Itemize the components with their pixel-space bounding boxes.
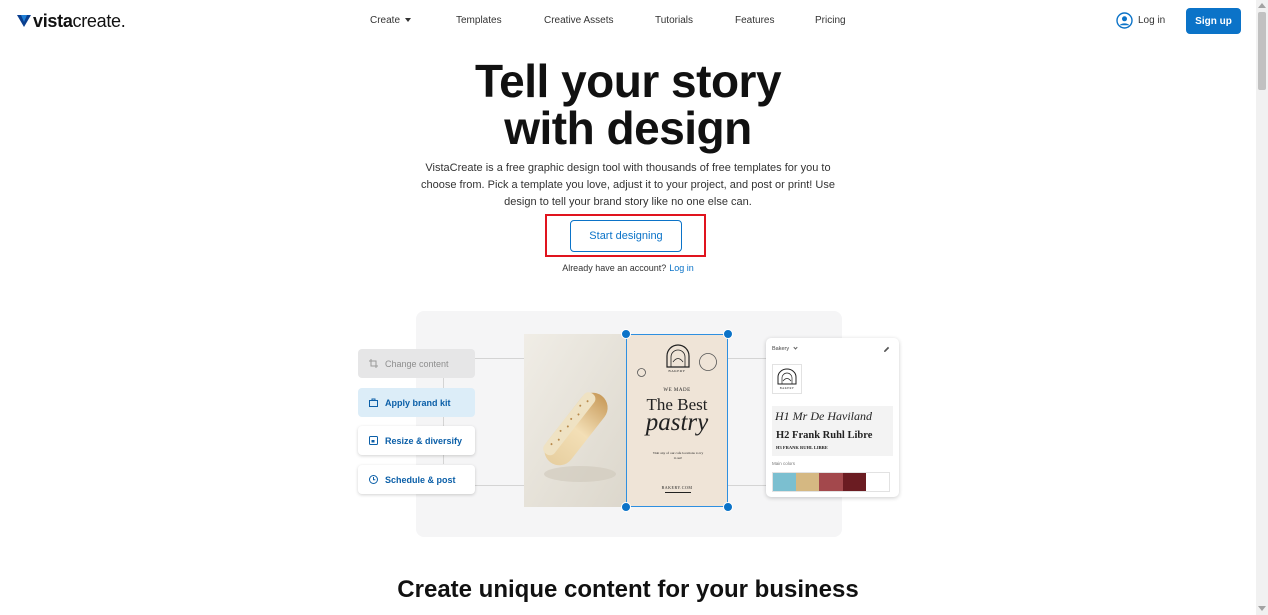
scrollbar-thumb[interactable] xyxy=(1258,12,1266,90)
login-label: Log in xyxy=(1138,15,1166,26)
eclair-image xyxy=(524,334,626,507)
hero-title: Tell your story with design xyxy=(0,58,1256,152)
brand-font-h2: H2 Frank Ruhl Libre xyxy=(776,430,873,441)
resize-handle[interactable] xyxy=(621,502,631,512)
color-swatch[interactable] xyxy=(796,473,820,491)
feature-resize-diversify[interactable]: Resize & diversify xyxy=(358,426,475,455)
account-prompt-text: Already have an account? xyxy=(562,263,667,273)
feature-label: Apply brand kit xyxy=(385,397,451,408)
resize-icon xyxy=(369,436,378,445)
section-title: Create unique content for your business xyxy=(397,576,859,603)
hero-description: VistaCreate is a free graphic design too… xyxy=(421,162,835,208)
feature-change-content[interactable]: Change content xyxy=(358,349,475,378)
brand-font-h1: H1 Mr De Haviland xyxy=(775,409,872,423)
feature-apply-brand-kit[interactable]: Apply brand kit xyxy=(358,388,475,417)
connector-line xyxy=(475,358,524,359)
login-link[interactable]: Log in xyxy=(1116,12,1165,29)
account-prompt: Already have an account? Log in xyxy=(0,263,1256,273)
poster-underline xyxy=(665,492,691,493)
resize-handle[interactable] xyxy=(723,502,733,512)
clock-icon xyxy=(369,475,378,484)
brand-logo-box: BAKERY xyxy=(772,364,802,394)
scroll-down-arrow-icon[interactable] xyxy=(1258,606,1266,611)
color-swatch[interactable] xyxy=(773,473,797,491)
circle-icon xyxy=(637,368,646,377)
logo-text-bold: vista xyxy=(33,10,73,31)
poster-website: BAKERY.COM xyxy=(661,485,693,490)
nav-templates[interactable]: Templates xyxy=(456,15,502,26)
vistacreate-logo[interactable]: vistacreate. xyxy=(17,10,126,31)
brand-font-h3: H3 FRANK RUHL LIBRE xyxy=(776,445,828,450)
brand-color-swatches xyxy=(772,472,890,492)
feature-label: Resize & diversify xyxy=(385,435,463,446)
brand-kit-dropdown[interactable]: Bakery xyxy=(772,345,798,352)
poster-script-word: pastry xyxy=(645,409,709,436)
nav-creative-assets[interactable]: Creative Assets xyxy=(544,15,613,26)
page-scrollbar[interactable] xyxy=(1256,0,1268,615)
account-login-link[interactable]: Log in xyxy=(669,263,694,273)
feature-schedule-post[interactable]: Schedule & post xyxy=(358,465,475,494)
logo-text-light: create. xyxy=(72,10,126,31)
connector-line xyxy=(728,485,766,486)
brand-logo-caption: BAKERY xyxy=(779,386,795,390)
pastry-photo xyxy=(524,334,626,507)
connector-line xyxy=(728,358,766,359)
brand-colors-label: Main colors xyxy=(772,461,796,466)
brand-kit-dropdown-label: Bakery xyxy=(772,346,790,352)
circle-icon xyxy=(699,353,717,371)
site-header: vistacreate. Create Templates Creative A… xyxy=(0,0,1256,42)
pencil-icon[interactable] xyxy=(883,346,890,353)
connector-line xyxy=(475,485,524,486)
color-swatch[interactable] xyxy=(819,473,843,491)
feature-label: Schedule & post xyxy=(385,474,456,485)
nav-tutorials[interactable]: Tutorials xyxy=(655,15,693,26)
brand-kit-card: Bakery BAKERY H1 Mr De Haviland H2 Frank… xyxy=(766,338,899,497)
user-circle-icon xyxy=(1116,12,1133,29)
start-designing-button[interactable]: Start designing xyxy=(570,220,682,252)
poster-we-made: WE MADE xyxy=(663,388,691,393)
nav-create-label: Create xyxy=(370,15,401,26)
resize-handle[interactable] xyxy=(723,329,733,339)
poster-small-text: Visit any of our cafe locations to try i… xyxy=(652,451,704,460)
hero-title-line1: Tell your story xyxy=(474,55,782,107)
crop-icon xyxy=(369,359,378,368)
hero-title-line2: with design xyxy=(504,102,752,154)
color-swatch[interactable] xyxy=(842,473,866,491)
bakery-logo-icon xyxy=(666,344,690,368)
signup-button[interactable]: Sign up xyxy=(1186,8,1241,34)
scroll-up-arrow-icon[interactable] xyxy=(1258,3,1266,8)
chevron-down-icon xyxy=(793,345,798,350)
brand-fonts-box: H1 Mr De Haviland H2 Frank Ruhl Libre H3… xyxy=(772,406,893,456)
bakery-logo-icon xyxy=(777,368,797,385)
nav-create[interactable]: Create xyxy=(370,15,412,26)
nav-pricing[interactable]: Pricing xyxy=(815,15,846,26)
briefcase-icon xyxy=(369,398,378,407)
resize-handle[interactable] xyxy=(621,329,631,339)
logo-mark-icon xyxy=(17,15,31,27)
feature-label: Change content xyxy=(385,358,449,369)
nav-features[interactable]: Features xyxy=(735,15,774,26)
color-swatch[interactable] xyxy=(865,473,890,491)
chevron-down-icon xyxy=(405,18,412,22)
bakery-poster[interactable]: BAKERY WE MADE The Best pastry Visit any… xyxy=(626,334,728,507)
